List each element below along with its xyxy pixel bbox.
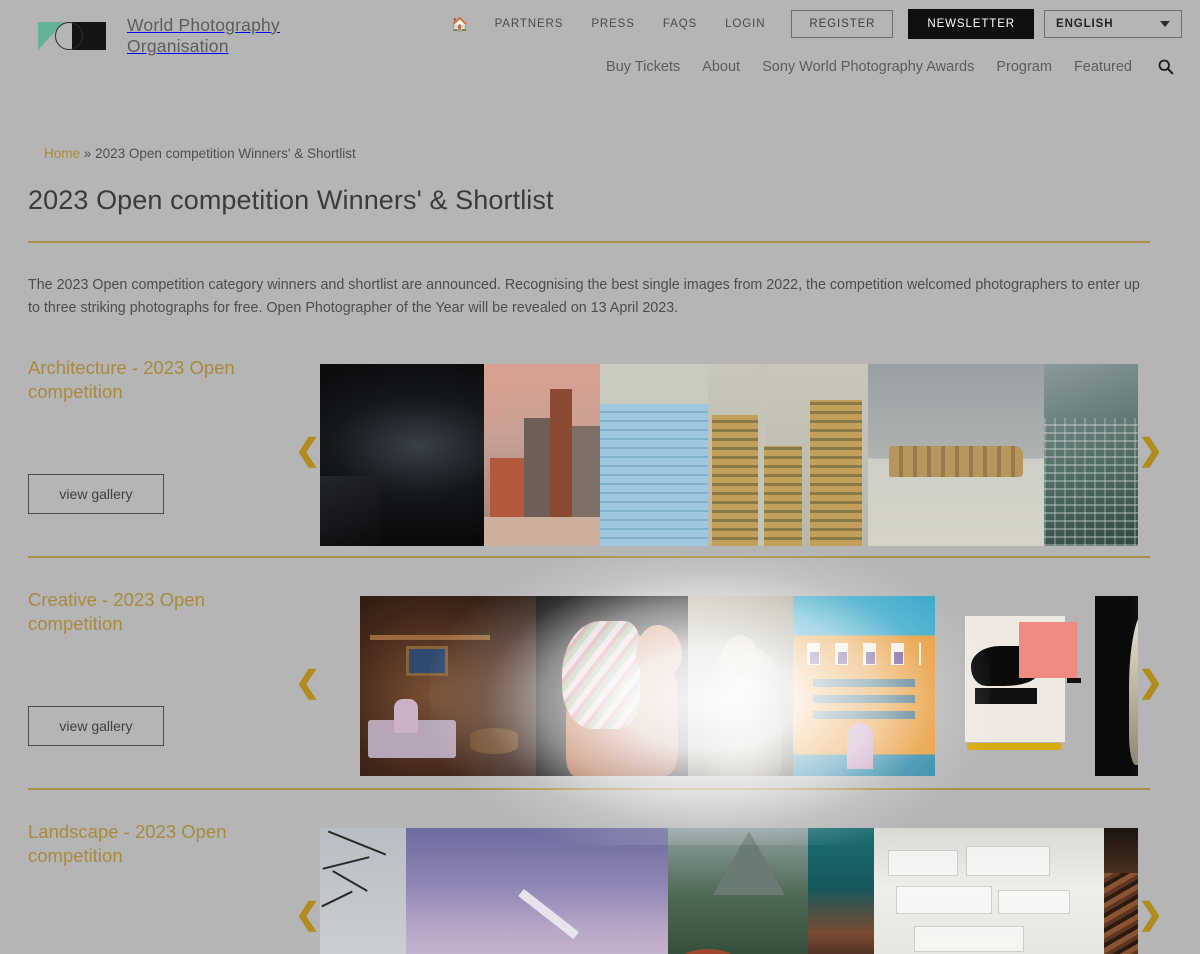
nav-item-about[interactable]: About xyxy=(691,59,751,75)
carousel-thumbnail[interactable] xyxy=(484,363,600,546)
category-title-landscape: Landscape - 2023 Open competition xyxy=(28,820,227,866)
carousel-thumbnail[interactable] xyxy=(874,827,1104,954)
category-section-landscape: Landscape - 2023 Open competition ❮ ❯ xyxy=(28,820,1163,954)
breadcrumb-home-link[interactable]: Home xyxy=(44,146,80,161)
category-title-architecture: Architecture - 2023 Open competition xyxy=(28,356,235,402)
top-bar: World Photography Organisation 🏠 PARTNER… xyxy=(0,0,1200,56)
nav-item-program[interactable]: Program xyxy=(985,59,1063,75)
site-logo[interactable]: World Photography Organisation xyxy=(38,15,280,58)
category-section-creative: Creative - 2023 Open competition view ga… xyxy=(28,588,1163,796)
carousel-prev-landscape[interactable]: ❮ xyxy=(295,899,320,930)
home-icon[interactable]: 🏠 xyxy=(451,17,480,31)
carousel-thumbnail[interactable] xyxy=(536,595,688,776)
carousel-next-landscape[interactable]: ❯ xyxy=(1138,899,1163,930)
site-logo-text: World Photography Organisation xyxy=(127,15,280,57)
carousel-next-architecture[interactable]: ❯ xyxy=(1138,435,1163,466)
wpo-logo-mark-icon xyxy=(38,18,116,54)
carousel-strip-landscape[interactable] xyxy=(320,827,1138,954)
topnav-item-partners[interactable]: PARTNERS xyxy=(481,18,578,30)
view-gallery-button-architecture[interactable]: view gallery xyxy=(28,473,164,514)
language-select-value: ENGLISH xyxy=(1056,18,1114,30)
carousel-thumbnail[interactable] xyxy=(320,827,406,954)
carousel-thumbnail[interactable] xyxy=(688,595,793,776)
register-button[interactable]: REGISTER xyxy=(791,10,894,38)
view-gallery-button-creative[interactable]: view gallery xyxy=(28,705,164,746)
newsletter-button[interactable]: NEWSLETTER xyxy=(908,9,1034,39)
carousel-strip-creative[interactable] xyxy=(360,595,1138,776)
carousel-thumbnail[interactable] xyxy=(1095,595,1138,776)
topnav-item-faqs[interactable]: FAQS xyxy=(649,18,711,30)
carousel-next-creative[interactable]: ❯ xyxy=(1138,667,1163,698)
page-intro-paragraph: The 2023 Open competition category winne… xyxy=(28,276,1140,316)
carousel-thumbnail[interactable] xyxy=(406,827,668,954)
breadcrumb-current: 2023 Open competition Winners' & Shortli… xyxy=(95,146,356,161)
top-navigation: 🏠 PARTNERS PRESS FAQS LOGIN REGISTER NEW… xyxy=(451,9,1182,39)
carousel-thumbnail[interactable] xyxy=(360,595,536,776)
main-navigation: Buy Tickets About Sony World Photography… xyxy=(595,58,1178,75)
carousel-thumbnail[interactable] xyxy=(1044,363,1138,546)
language-select[interactable]: ENGLISH xyxy=(1044,10,1182,38)
category-title-creative: Creative - 2023 Open competition xyxy=(28,588,205,634)
category-divider-architecture xyxy=(28,555,1150,558)
carousel-thumbnail[interactable] xyxy=(793,595,935,776)
carousel-thumbnail[interactable] xyxy=(708,363,868,546)
topnav-item-press[interactable]: PRESS xyxy=(577,18,649,30)
carousel-thumbnail[interactable] xyxy=(868,363,1044,546)
carousel-strip-architecture[interactable] xyxy=(320,363,1138,546)
carousel-thumbnail[interactable] xyxy=(1104,827,1138,954)
carousel-thumbnail[interactable] xyxy=(320,363,484,546)
page-title: 2023 Open competition Winners' & Shortli… xyxy=(28,185,554,215)
breadcrumb-separator: » xyxy=(83,146,92,161)
nav-item-buy-tickets[interactable]: Buy Tickets xyxy=(595,59,691,75)
carousel-thumbnail[interactable] xyxy=(808,827,874,954)
category-section-architecture: Architecture - 2023 Open competition vie… xyxy=(28,356,1163,564)
nav-item-featured[interactable]: Featured xyxy=(1063,59,1143,75)
carousel-thumbnail[interactable] xyxy=(935,596,1095,776)
topnav-item-login[interactable]: LOGIN xyxy=(711,18,779,30)
carousel-thumbnail[interactable] xyxy=(668,827,808,954)
category-divider-creative xyxy=(28,787,1150,790)
breadcrumb: Home » 2023 Open competition Winners' & … xyxy=(28,140,1150,161)
carousel-prev-creative[interactable]: ❮ xyxy=(295,667,320,698)
carousel-thumbnail[interactable] xyxy=(600,363,708,546)
carousel-prev-architecture[interactable]: ❮ xyxy=(295,435,320,466)
nav-item-sony-world-photography-awards[interactable]: Sony World Photography Awards xyxy=(751,59,985,75)
page-content: Home » 2023 Open competition Winners' & … xyxy=(28,140,1163,954)
search-icon[interactable] xyxy=(1143,58,1178,75)
chevron-down-icon xyxy=(1160,21,1170,27)
